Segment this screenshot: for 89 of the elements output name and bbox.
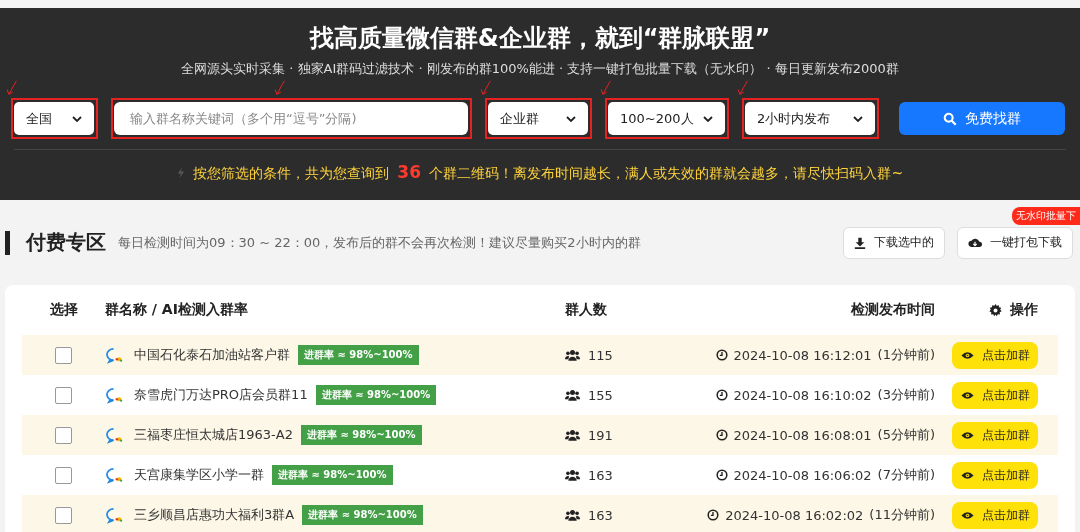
checkbox[interactable] xyxy=(55,506,72,524)
checkbox[interactable] xyxy=(55,426,72,444)
clock-icon xyxy=(715,429,728,441)
group-name: 奈雪虎门万达PRO店会员群11 xyxy=(134,386,308,404)
clock-icon xyxy=(715,469,728,481)
section-title: 付费专区 xyxy=(26,229,106,256)
time-ago: (11分钟前) xyxy=(869,506,935,524)
checkbox[interactable] xyxy=(55,386,72,404)
member-count: 191 xyxy=(588,427,613,443)
chevron-down-icon xyxy=(72,115,82,122)
time-ago: (7分钟前) xyxy=(877,466,935,484)
settings-icon xyxy=(989,303,1002,317)
clock-icon xyxy=(715,349,728,361)
checkbox[interactable] xyxy=(55,346,72,364)
arrow-annotation xyxy=(737,80,749,96)
download-button[interactable]: 一键打包下载 xyxy=(957,226,1073,259)
search-field[interactable]: 输入群名称关键词（多个用“逗号”分隔) xyxy=(114,102,468,135)
publish-time: 2024-10-08 16:12:01 xyxy=(733,347,872,363)
arrow-annotation xyxy=(600,80,612,96)
dropdown[interactable]: 企业群 xyxy=(488,102,588,135)
member-count: 163 xyxy=(588,507,613,523)
arrow-annotation xyxy=(480,80,492,96)
people-icon xyxy=(565,509,580,521)
search-button[interactable]: 免费找群 xyxy=(899,102,1065,135)
publish-time: 2024-10-08 16:10:02 xyxy=(733,387,872,403)
publish-time: 2024-10-08 16:08:01 xyxy=(733,427,872,443)
dropdown[interactable]: 100~200人 xyxy=(608,102,725,135)
member-count: 115 xyxy=(588,347,613,363)
join-rate-tag: 进群率 ≈ 98%~100% xyxy=(300,425,422,445)
join-button[interactable]: 点击加群 xyxy=(952,341,1038,369)
member-count: 163 xyxy=(588,467,613,483)
time-ago: (3分钟前) xyxy=(877,386,935,404)
clock-icon xyxy=(715,389,728,401)
search-icon xyxy=(943,111,957,126)
download-button[interactable]: 下载选中的 xyxy=(843,226,945,259)
chat-bubbles-icon xyxy=(105,386,124,404)
join-button[interactable]: 点击加群 xyxy=(952,461,1038,489)
checkbox[interactable] xyxy=(55,466,72,484)
publish-time: 2024-10-08 16:02:02 xyxy=(725,507,864,523)
arrow-annotation xyxy=(6,80,18,96)
chevron-down-icon xyxy=(853,115,863,122)
join-button[interactable]: 点击加群 xyxy=(952,421,1038,449)
join-rate-tag: 进群率 ≈ 98%~100% xyxy=(315,385,437,405)
clock-icon xyxy=(707,509,720,521)
group-name: 三乡顺昌店惠功大福利3群A xyxy=(134,506,295,524)
join-button[interactable]: 点击加群 xyxy=(952,501,1038,529)
group-name: 天宫康集学区小学一群 xyxy=(134,466,264,484)
result-message: 按您筛选的条件，共为您查询到 36 个群二维码！离发布时间越长，满人或失效的群就会越多，请尽快扫码入群~ xyxy=(192,162,904,183)
join-button[interactable]: 点击加群 xyxy=(952,381,1038,409)
eye-icon xyxy=(960,470,974,480)
people-icon xyxy=(565,389,580,401)
join-rate-tag: 进群率 ≈ 98%~100% xyxy=(302,505,423,525)
chat-bubbles-icon xyxy=(105,466,124,484)
chevron-down-icon xyxy=(566,115,576,122)
publish-time: 2024-10-08 16:06:02 xyxy=(733,467,872,483)
group-name: 中国石化泰石加油站客户群 xyxy=(134,346,290,364)
chat-bubbles-icon xyxy=(105,426,124,444)
arrow-annotation xyxy=(274,80,286,96)
download-icon xyxy=(854,236,866,249)
promo-badge: 无水印批量下 xyxy=(1012,206,1080,225)
dropdown[interactable]: 全国 xyxy=(14,102,94,135)
time-ago: (1分钟前) xyxy=(877,346,935,364)
eye-icon xyxy=(960,510,974,520)
page-subtitle: 全网源头实时采集 · 独家AI群码过滤技术 · 刚发布的群100%能进 · 支持一键打包批量下载（无水印） · 每日更新发布2000群 xyxy=(181,60,899,78)
column-header: 群名称 / AI检测入群率 xyxy=(105,301,249,319)
member-count: 155 xyxy=(588,387,613,403)
eye-icon xyxy=(960,350,974,360)
section-marker xyxy=(5,230,10,255)
column-header: 操作 xyxy=(1010,301,1038,319)
eye-icon xyxy=(960,430,974,440)
dropdown[interactable]: 2小时内发布 xyxy=(745,102,875,135)
eye-icon xyxy=(960,390,974,400)
page-title: 找高质量微信群&企业群，就到“群脉联盟” xyxy=(309,23,771,54)
chevron-down-icon xyxy=(703,115,713,122)
column-header: 群人数 xyxy=(565,301,608,319)
people-icon xyxy=(565,429,580,441)
section-note: 每日检测时间为09：30 ~ 22：00，发布后的群不会再次检测！建议尽量购买2小时内的群 xyxy=(118,233,641,252)
join-rate-tag: 进群率 ≈ 98%~100% xyxy=(298,345,419,365)
group-name: 三福枣庄恒太城店1963-A2 xyxy=(134,426,293,444)
chat-bubbles-icon xyxy=(105,506,124,524)
column-header: 选择 xyxy=(48,301,79,319)
chat-bubbles-icon xyxy=(105,346,124,364)
time-ago: (5分钟前) xyxy=(877,426,935,444)
lightning-icon xyxy=(176,166,185,179)
people-icon xyxy=(565,349,580,361)
column-header: 检测发布时间 xyxy=(850,301,935,319)
people-icon xyxy=(565,469,580,481)
cloud-download-icon xyxy=(968,237,982,248)
join-rate-tag: 进群率 ≈ 98%~100% xyxy=(272,465,393,485)
